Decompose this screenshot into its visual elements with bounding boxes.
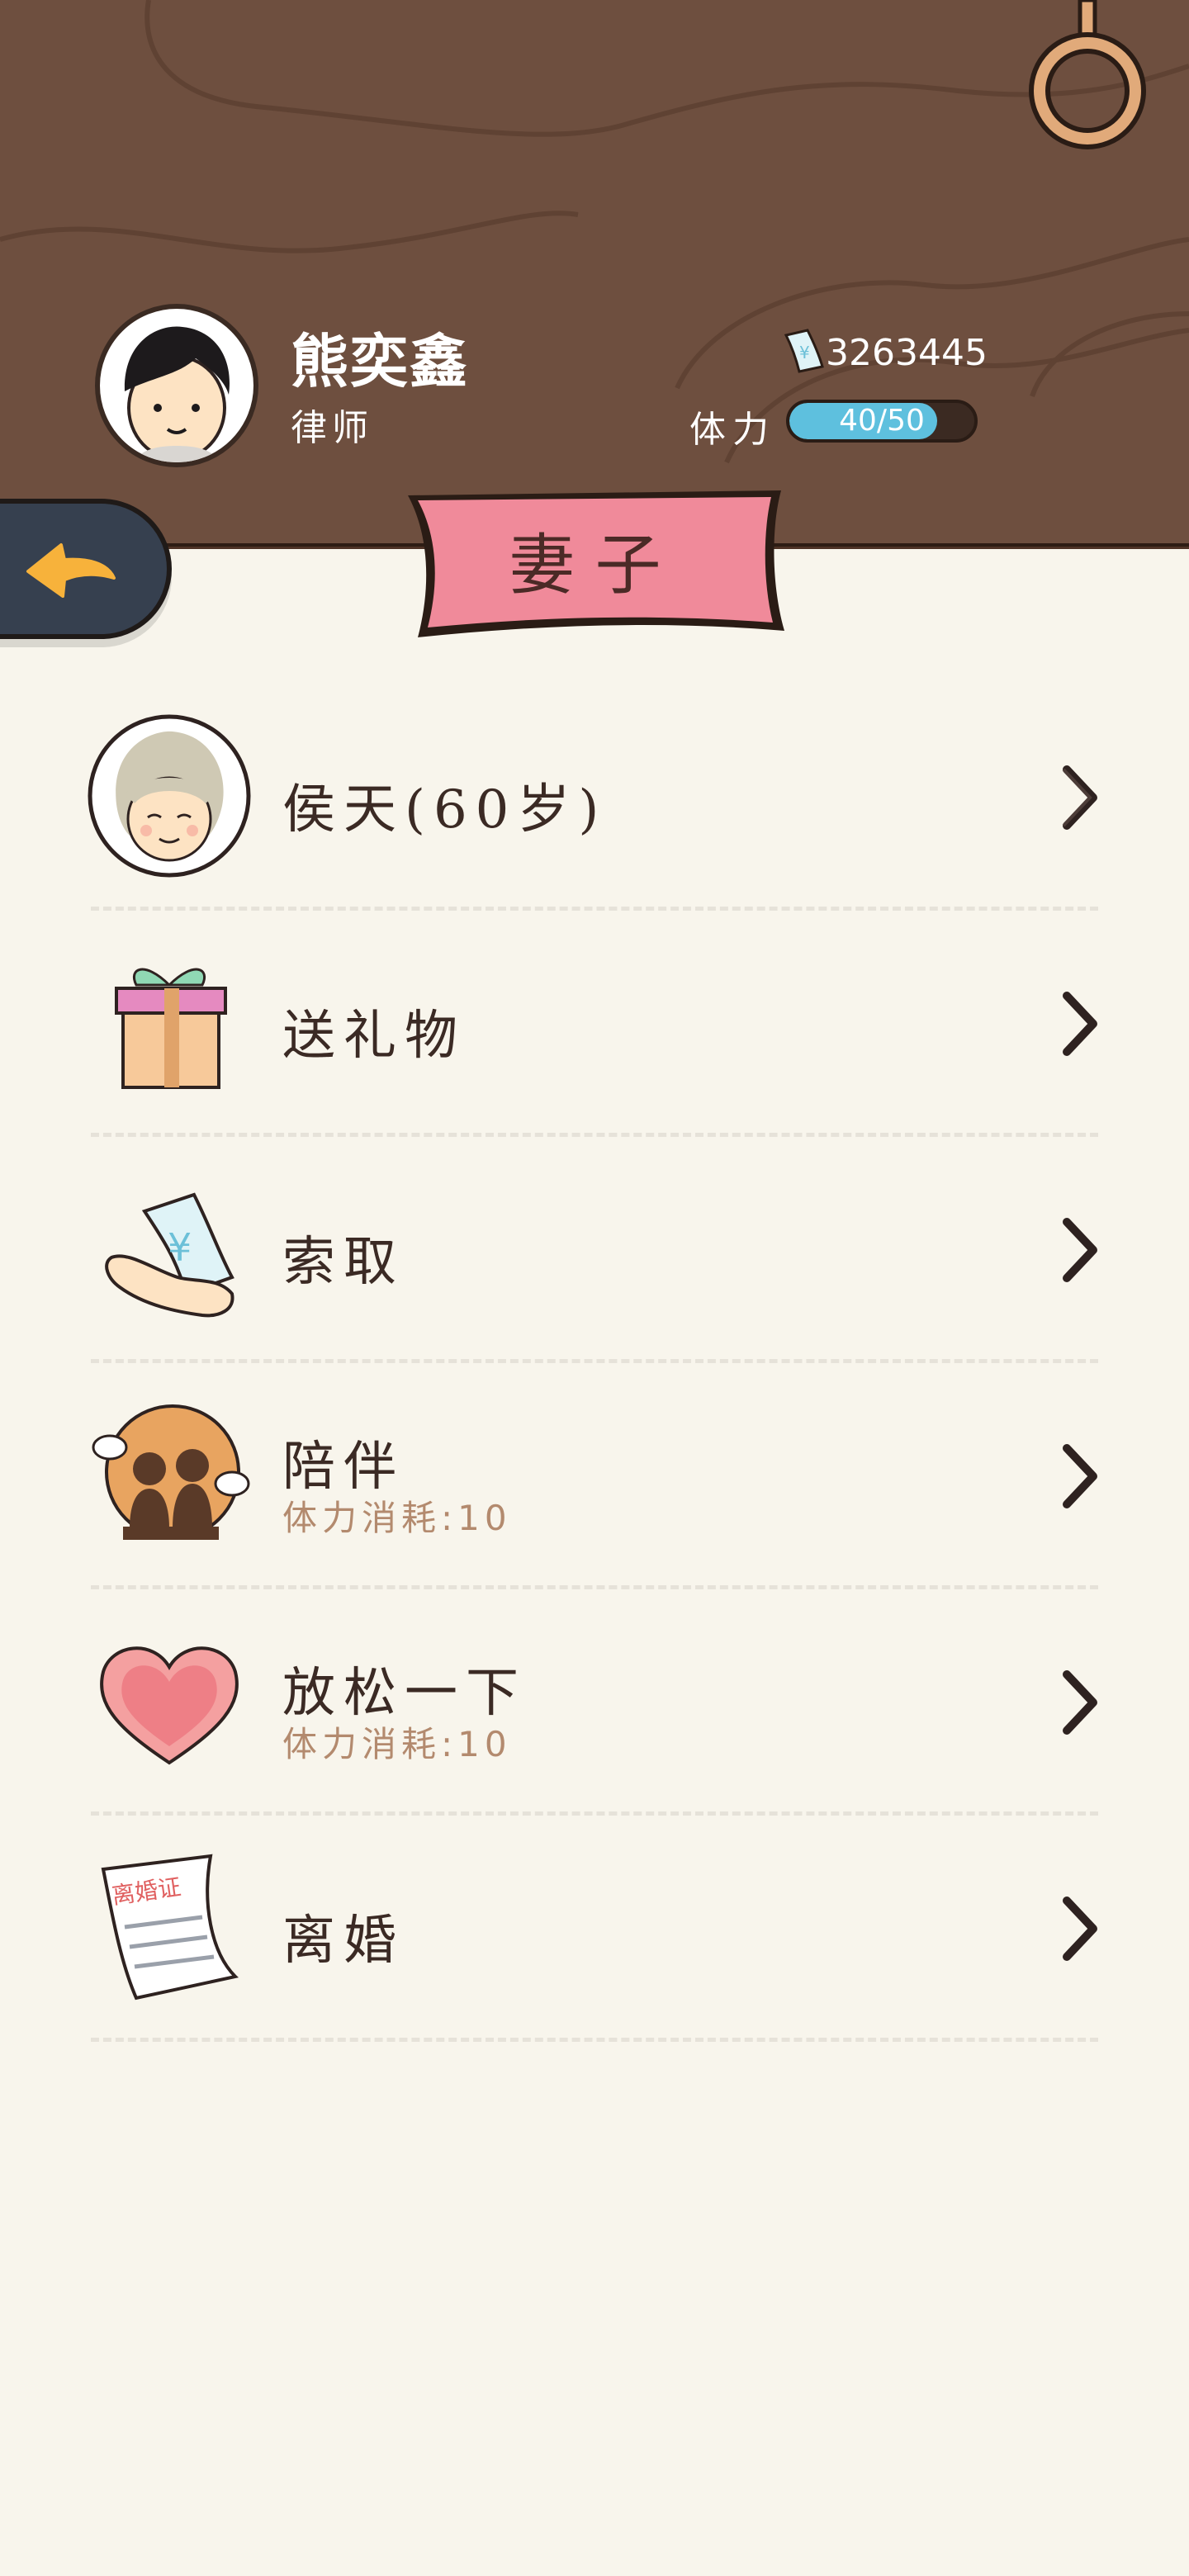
- couple-silhouette-icon: [87, 1404, 252, 1548]
- chevron-right-icon: [1063, 1896, 1097, 1961]
- svg-text:¥: ¥: [799, 343, 810, 362]
- player-avatar[interactable]: [95, 304, 258, 467]
- chevron-right-icon: [1062, 765, 1097, 830]
- heart-icon: [87, 1631, 252, 1774]
- money-value: 3263445: [826, 332, 988, 374]
- menu-item-label: 陪伴: [282, 1437, 405, 1498]
- chevron-right-icon: [1063, 1670, 1097, 1735]
- back-button[interactable]: [0, 499, 172, 639]
- stamina-cost-text: 体力消耗:10: [282, 1724, 512, 1764]
- money-bill-icon: ¥: [784, 329, 824, 373]
- stamina-bar: 40/50: [786, 400, 978, 443]
- menu-item-label: 放松一下: [282, 1663, 527, 1724]
- stamina-value: 40/50: [839, 404, 925, 438]
- divorce-item[interactable]: 离婚证 离婚: [0, 1816, 1189, 2042]
- request-money-item[interactable]: ¥ 索取: [0, 1137, 1189, 1363]
- back-arrow-icon: [26, 543, 116, 598]
- accompany-item[interactable]: 陪伴 体力消耗:10: [0, 1363, 1189, 1589]
- hand-money-icon: ¥: [87, 1178, 252, 1322]
- player-job: 律师: [291, 407, 373, 449]
- row-separator: [91, 2038, 1098, 2042]
- hanging-ring-icon: [1029, 0, 1146, 149]
- chevron-right-icon: [1063, 1444, 1097, 1508]
- page-title: 妻子: [509, 527, 681, 604]
- relax-item[interactable]: 放松一下 体力消耗:10: [0, 1589, 1189, 1816]
- stamina-cost-text: 体力消耗:10: [282, 1498, 512, 1538]
- gift-box-icon: [87, 952, 252, 1096]
- menu-item-label: 离婚: [282, 1911, 405, 1972]
- menu-item-label: 侯天(60岁): [282, 779, 608, 841]
- menu-item-label: 索取: [282, 1232, 405, 1293]
- stamina-label: 体力: [689, 409, 775, 451]
- svg-text:¥: ¥: [168, 1225, 192, 1270]
- header-panel: 熊奕鑫 律师 ¥ 3263445 体力 40/50: [0, 0, 1189, 549]
- player-name: 熊奕鑫: [291, 327, 469, 395]
- chevron-right-icon: [1063, 992, 1097, 1056]
- menu-item-label: 送礼物: [282, 1006, 466, 1067]
- elderly-woman-portrait-icon: [87, 713, 252, 882]
- send-gift-item[interactable]: 送礼物: [0, 911, 1189, 1137]
- wife-profile-item[interactable]: 侯天(60岁): [0, 684, 1189, 911]
- chevron-right-icon: [1063, 1218, 1097, 1282]
- divorce-certificate-icon: 离婚证: [87, 1853, 252, 2005]
- man-face-icon: [124, 326, 230, 462]
